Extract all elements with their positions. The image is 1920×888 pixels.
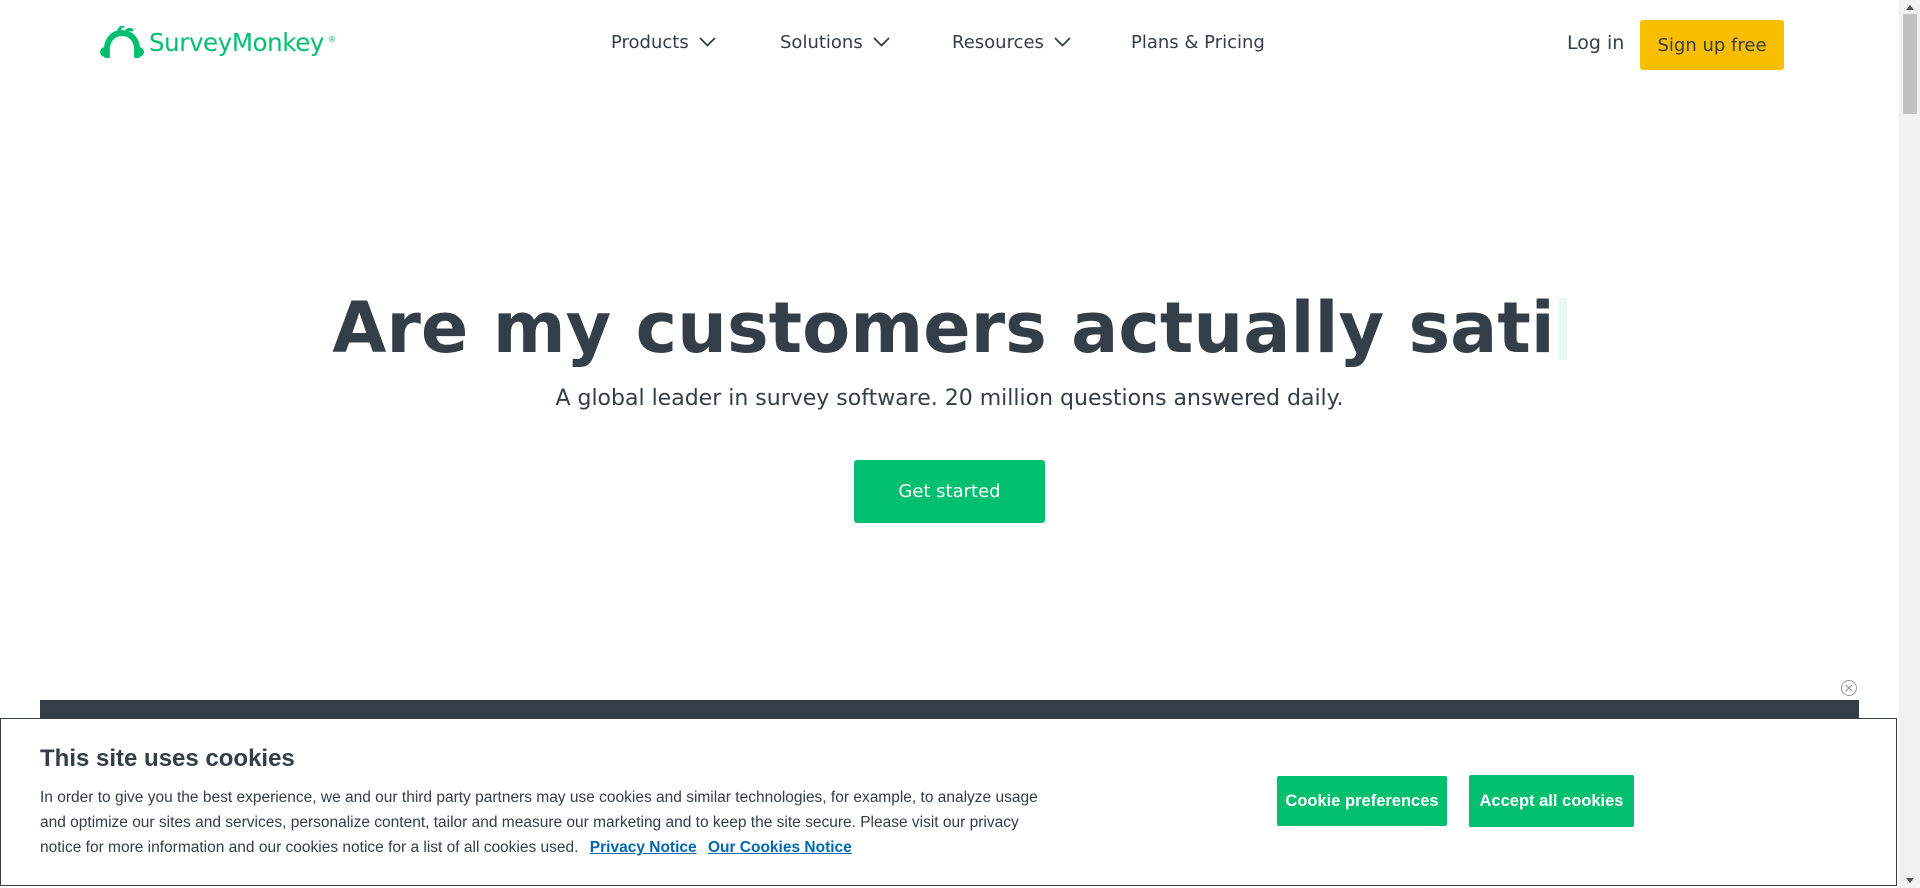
- cookie-banner-title: This site uses cookies: [40, 745, 295, 772]
- scroll-down-button[interactable]: [1903, 874, 1917, 888]
- nav-plans-pricing-label: Plans & Pricing: [1131, 31, 1265, 53]
- chevron-down-icon: [873, 37, 890, 47]
- triangle-up-icon: [1906, 5, 1914, 10]
- login-link[interactable]: Log in: [1567, 32, 1624, 54]
- signup-button[interactable]: Sign up free: [1640, 20, 1784, 70]
- scroll-up-button[interactable]: [1903, 0, 1917, 14]
- chevron-down-icon: [699, 37, 716, 47]
- scrollbar-thumb[interactable]: [1903, 14, 1917, 114]
- nav-resources[interactable]: Resources: [952, 30, 1071, 54]
- chevron-down-icon: [1054, 37, 1071, 47]
- cookie-preferences-button[interactable]: Cookie preferences: [1277, 776, 1447, 826]
- page-scrollbar[interactable]: [1899, 0, 1920, 888]
- page: SurveyMonkey ® Products Solutions Resour…: [0, 0, 1899, 888]
- close-circle-icon[interactable]: [1840, 679, 1858, 697]
- surveymonkey-logo[interactable]: SurveyMonkey ®: [99, 25, 336, 59]
- get-started-button[interactable]: Get started: [854, 460, 1045, 523]
- nav-plans-pricing[interactable]: Plans & Pricing: [1131, 30, 1265, 54]
- hero-subheadline: A global leader in survey software. 20 m…: [555, 386, 1344, 411]
- dark-section-band: [40, 700, 1859, 720]
- hero-headline: Are my customers actually sati: [0, 286, 1899, 370]
- cookie-banner-body: In order to give you the best experience…: [40, 789, 1038, 856]
- cookie-banner-text: In order to give you the best experience…: [40, 785, 1050, 860]
- nav-resources-label: Resources: [952, 31, 1044, 53]
- registered-mark: ®: [327, 35, 336, 44]
- nav-solutions[interactable]: Solutions: [780, 30, 890, 54]
- monkey-logo-icon: [100, 26, 144, 58]
- nav-products[interactable]: Products: [611, 30, 716, 54]
- hero-headline-text: Are my customers actually sati: [332, 287, 1555, 369]
- logo-wordmark: SurveyMonkey: [149, 27, 324, 57]
- cookies-notice-link[interactable]: Our Cookies Notice: [708, 839, 852, 856]
- accept-all-cookies-button[interactable]: Accept all cookies: [1469, 775, 1634, 827]
- cookie-banner: This site uses cookies In order to give …: [0, 718, 1897, 886]
- nav-solutions-label: Solutions: [780, 31, 863, 53]
- triangle-down-icon: [1906, 878, 1914, 883]
- privacy-notice-link[interactable]: Privacy Notice: [590, 839, 697, 856]
- typing-caret: [1558, 298, 1567, 360]
- nav-products-label: Products: [611, 31, 689, 53]
